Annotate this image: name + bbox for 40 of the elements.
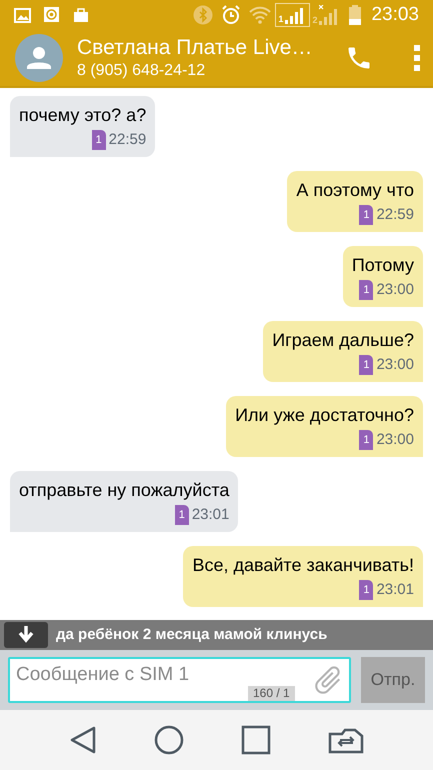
image-icon	[14, 8, 31, 22]
message-text: Потому	[352, 254, 414, 277]
message-text: Или уже достаточно?	[235, 404, 414, 427]
send-button[interactable]: Отпр.	[361, 657, 425, 703]
message-text: Все, давайте заканчивать!	[192, 554, 414, 577]
message-text: отправьте ну пожалуйста	[19, 479, 230, 502]
contact-name: Светлана Платье Live…	[77, 35, 314, 61]
home-icon[interactable]	[154, 725, 184, 755]
briefcase-icon	[73, 8, 89, 22]
sim-badge: 1	[359, 205, 374, 225]
message-text: А поэтому что	[296, 179, 414, 202]
contact-phone: 8 (905) 648-24-12	[77, 61, 206, 81]
back-icon[interactable]	[68, 725, 97, 755]
sim-badge: 1	[359, 580, 374, 600]
sim-badge: 1	[174, 505, 189, 525]
bluetooth-icon	[193, 5, 214, 25]
message-text: почему это? а?	[19, 104, 146, 127]
message-time: 22:59	[108, 130, 146, 150]
battery-icon	[349, 5, 362, 25]
download-icon	[4, 622, 48, 648]
message-time: 23:00	[376, 355, 414, 375]
sim-badge: 1	[359, 430, 374, 450]
wifi-icon	[249, 6, 272, 24]
sim-badge: 1	[359, 355, 374, 375]
sim-badge: 1	[92, 130, 106, 150]
clock-time: 23:03	[371, 2, 419, 27]
message-time: 23:00	[376, 430, 414, 450]
message-time: 23:01	[192, 505, 230, 525]
recent-apps-icon[interactable]	[241, 725, 272, 755]
signal-icon: 1	[275, 3, 310, 27]
sim-badge: 1	[359, 280, 374, 300]
message-text: Играем дальше?	[272, 329, 414, 352]
notification-bar[interactable]: да ребёнок 2 месяца мамой клинусь	[0, 620, 433, 650]
message-time: 23:01	[376, 580, 414, 600]
notification-text: да ребёнок 2 месяца мамой клинусь	[56, 624, 328, 645]
dual-window-icon[interactable]	[328, 726, 364, 754]
message-time: 22:59	[376, 205, 414, 225]
message-time: 23:00	[376, 280, 414, 300]
character-counter: 160 / 1	[248, 686, 295, 701]
alarm-icon	[221, 5, 242, 25]
